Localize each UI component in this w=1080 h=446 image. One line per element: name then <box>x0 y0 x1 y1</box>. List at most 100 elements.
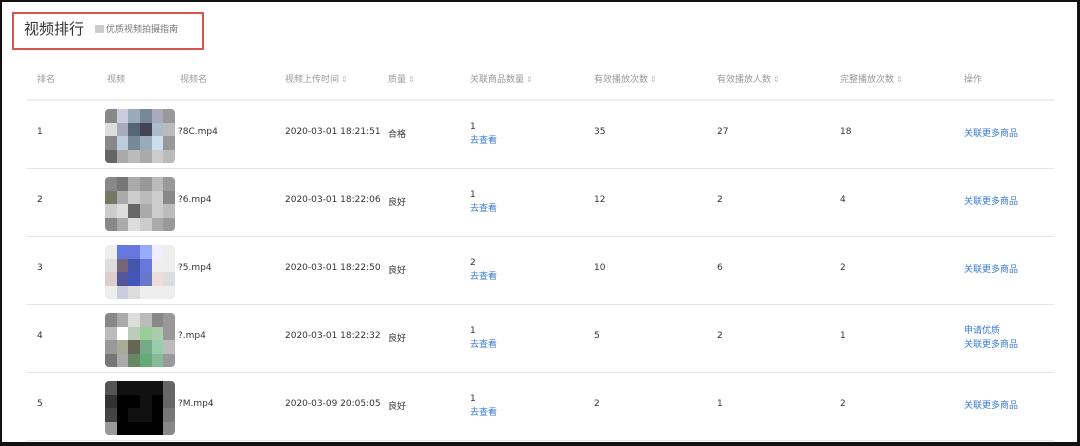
thumbnail-pixel <box>140 122 152 136</box>
sort-icon[interactable]: ⇕ <box>896 75 903 84</box>
full-plays: 2 <box>840 399 846 409</box>
link-more-goods-link[interactable]: 关联更多商品 <box>964 338 1018 352</box>
column-header[interactable]: 完整播放次数 ⇕ <box>840 72 903 85</box>
valid-viewers: 2 <box>717 331 723 341</box>
thumbnail-pixel <box>140 313 152 327</box>
thumbnail-pixel <box>151 204 164 218</box>
video-name: ?M.mp4 <box>178 399 214 409</box>
full-plays: 4 <box>840 195 846 205</box>
thumbnail-pixel <box>116 394 129 408</box>
video-thumbnail[interactable] <box>105 177 175 231</box>
thumbnail-pixel <box>116 245 129 259</box>
view-goods-link[interactable]: 去查看 <box>470 406 497 420</box>
thumbnail-pixel <box>128 204 140 218</box>
upload-time: 2020-03-01 18:22:32 <box>285 331 381 341</box>
thumbnail-pixel <box>151 149 164 163</box>
link-more-goods-link[interactable]: 关联更多商品 <box>964 263 1018 277</box>
thumbnail-pixel <box>128 245 140 259</box>
video-ranking-table: 排名 视频 视频名 视频上传时间 ⇕ 质量 ⇕ 关联商品数量 ⇕ 有效播放次数 ⇕ 有效播放人数 ⇕ 完整… <box>27 60 1054 441</box>
thumbnail-pixel <box>116 190 129 204</box>
thumbnail-pixel <box>116 408 129 422</box>
thumbnail-pixel <box>105 149 117 163</box>
thumbnail-pixel <box>151 245 164 259</box>
column-header-label: 视频名 <box>180 75 208 85</box>
column-header[interactable]: 有效播放次数 ⇕ <box>594 72 657 85</box>
thumbnail-pixel <box>105 421 117 435</box>
upload-time: 2020-03-01 18:22:06 <box>285 195 381 205</box>
thumbnail-pixel <box>151 136 164 150</box>
column-header[interactable]: 关联商品数量 ⇕ <box>470 72 533 85</box>
rank: 4 <box>37 331 43 341</box>
upload-time: 2020-03-09 20:05:05 <box>285 399 381 409</box>
thumbnail-pixel <box>163 340 175 354</box>
sort-icon[interactable]: ⇕ <box>773 75 780 84</box>
video-thumbnail[interactable] <box>105 381 175 435</box>
thumbnail-pixel <box>140 326 152 340</box>
link-more-goods-link[interactable]: 关联更多商品 <box>964 399 1018 413</box>
thumbnail-pixel <box>116 122 129 136</box>
thumbnail-pixel <box>128 394 140 408</box>
thumbnail-pixel <box>105 340 117 354</box>
thumbnail-pixel <box>140 421 152 435</box>
page-title: 视频排行 <box>24 20 85 38</box>
thumbnail-pixel <box>151 258 164 272</box>
thumbnail-pixel <box>128 149 140 163</box>
video-thumbnail[interactable] <box>105 245 175 299</box>
thumbnail-pixel <box>116 353 129 367</box>
link-more-goods-link[interactable]: 关联更多商品 <box>964 195 1018 209</box>
table-row: 2 ?6.mp4 2020-03-01 18:22:06 良好 1 去查看 12 2 4 关联更多… <box>27 169 1054 237</box>
quality: 良好 <box>388 266 407 276</box>
thumbnail-pixel <box>128 381 140 395</box>
thumbnail-pixel <box>128 109 140 123</box>
quality: 良好 <box>388 334 407 344</box>
guide-link[interactable]: 优质视频拍摄指南 <box>95 22 178 35</box>
video-thumbnail[interactable] <box>105 313 175 367</box>
video-name: ?5.mp4 <box>178 263 212 273</box>
column-header-label: 完整播放次数 <box>840 75 895 85</box>
thumbnail-pixel <box>116 421 129 435</box>
view-goods-link[interactable]: 去查看 <box>470 202 497 216</box>
thumbnail-pixel <box>116 177 129 191</box>
sort-icon[interactable]: ⇕ <box>650 75 657 84</box>
link-more-goods-link[interactable]: 关联更多商品 <box>964 127 1018 141</box>
goods-count: 1 <box>470 394 476 404</box>
table-row: 4 ?.mp4 2020-03-01 18:22:32 良好 1 去查看 5 2 1 申请优质 关联… <box>27 305 1054 373</box>
column-header[interactable]: 视频上传时间 ⇕ <box>285 72 348 85</box>
thumbnail-pixel <box>116 326 129 340</box>
thumbnail-pixel <box>116 258 129 272</box>
thumbnail-pixel <box>116 109 129 123</box>
upload-time: 2020-03-01 18:22:50 <box>285 263 381 273</box>
view-goods-link[interactable]: 去查看 <box>470 270 497 284</box>
thumbnail-pixel <box>105 326 117 340</box>
video-name: ?.mp4 <box>178 331 206 341</box>
thumbnail-pixel <box>140 217 152 231</box>
thumbnail-pixel <box>128 313 140 327</box>
sort-icon[interactable]: ⇕ <box>408 75 415 84</box>
thumbnail-pixel <box>105 272 117 286</box>
full-plays: 18 <box>840 127 852 137</box>
column-header-label: 关联商品数量 <box>470 75 525 85</box>
table-row: 3 ?5.mp4 2020-03-01 18:22:50 良好 2 去查看 10 6 2 关联更多… <box>27 237 1054 305</box>
view-goods-link[interactable]: 去查看 <box>470 134 497 148</box>
thumbnail-pixel <box>105 136 117 150</box>
thumbnail-pixel <box>151 190 164 204</box>
thumbnail-pixel <box>128 177 140 191</box>
thumbnail-pixel <box>140 353 152 367</box>
sort-icon[interactable]: ⇕ <box>341 75 348 84</box>
thumbnail-pixel <box>163 258 175 272</box>
sort-icon[interactable]: ⇕ <box>526 75 533 84</box>
thumbnail-pixel <box>163 217 175 231</box>
thumbnail-pixel <box>105 313 117 327</box>
thumbnail-pixel <box>116 204 129 218</box>
thumbnail-pixel <box>140 149 152 163</box>
column-header[interactable]: 质量 ⇕ <box>388 72 415 85</box>
column-header: 排名 <box>37 72 55 85</box>
apply-premium-link[interactable]: 申请优质 <box>964 324 1018 338</box>
view-goods-link[interactable]: 去查看 <box>470 338 497 352</box>
table-row: 5 ?M.mp4 2020-03-09 20:05:05 良好 1 去查看 2 1 2 关联更多商… <box>27 373 1054 441</box>
column-header[interactable]: 有效播放人数 ⇕ <box>717 72 780 85</box>
thumbnail-pixel <box>151 408 164 422</box>
valid-viewers: 2 <box>717 195 723 205</box>
thumbnail-pixel <box>163 326 175 340</box>
video-thumbnail[interactable] <box>105 109 175 163</box>
